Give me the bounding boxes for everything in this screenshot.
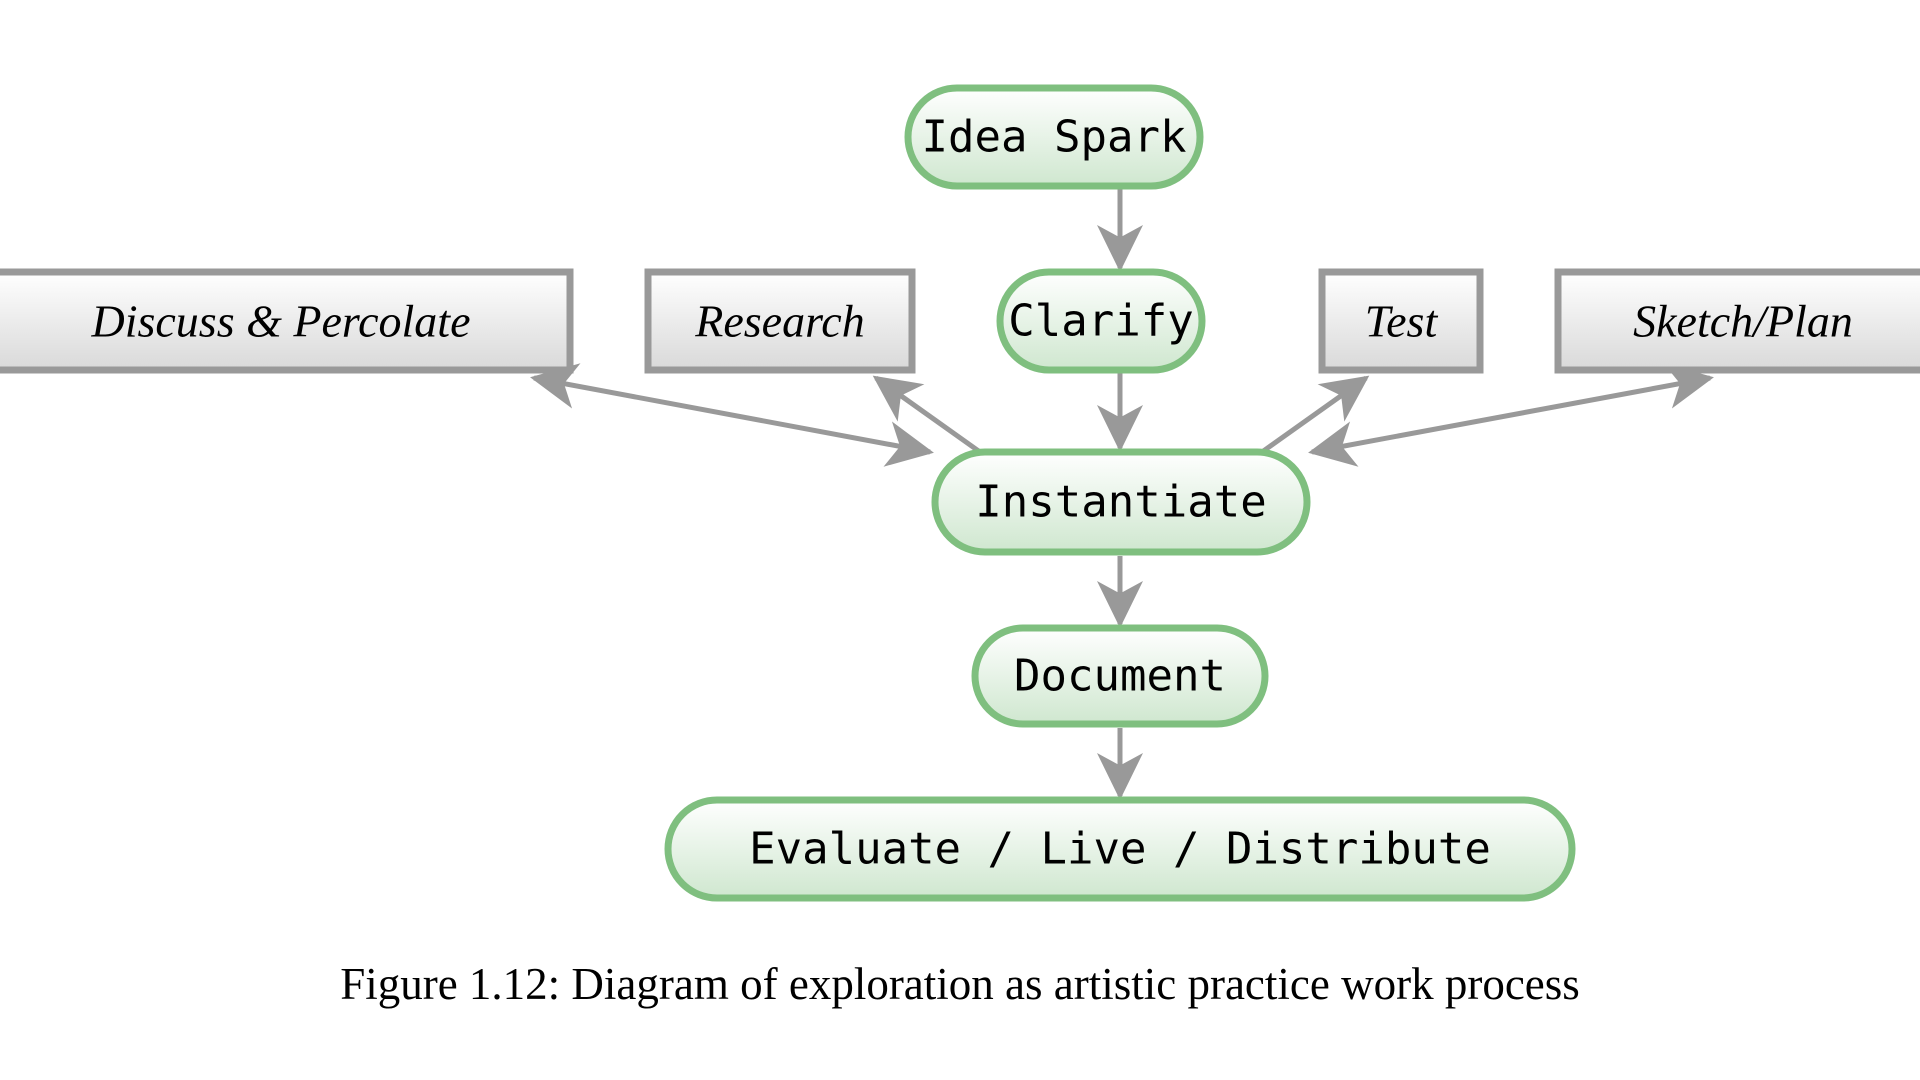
- node-sketch-plan[interactable]: Sketch/Plan: [1554, 268, 1920, 374]
- node-clarify[interactable]: Clarify: [996, 268, 1206, 374]
- node-label-clarify: Clarify: [1008, 296, 1193, 347]
- node-discuss-percolate[interactable]: Discuss & Percolate: [0, 268, 574, 374]
- workflow-diagram: Idea Spark Clarify Discuss & Percolate Rese…: [0, 84, 1920, 902]
- node-label-sketch-plan: Sketch/Plan: [1633, 296, 1853, 347]
- node-label-evaluate-live-distribute: Evaluate / Live / Distribute: [749, 824, 1491, 875]
- node-label-instantiate: Instantiate: [975, 477, 1266, 528]
- edge-instantiate-to-sketch: [1308, 363, 1714, 467]
- node-document[interactable]: Document: [971, 624, 1269, 728]
- node-instantiate[interactable]: Instantiate: [931, 448, 1311, 556]
- nodes-layer: Idea Spark Clarify Discuss & Percolate Rese…: [0, 84, 1920, 902]
- node-label-document: Document: [1014, 651, 1226, 702]
- node-evaluate-live-distribute[interactable]: Evaluate / Live / Distribute: [664, 796, 1576, 902]
- node-test[interactable]: Test: [1318, 268, 1484, 374]
- figure-caption: Figure 1.12: Diagram of exploration as a…: [340, 959, 1580, 1009]
- node-idea-spark[interactable]: Idea Spark: [904, 84, 1204, 190]
- edge-instantiate-to-test: [1260, 375, 1370, 455]
- node-label-discuss-percolate: Discuss & Percolate: [90, 296, 470, 347]
- edge-instantiate-to-research: [872, 375, 982, 455]
- node-label-research: Research: [694, 296, 864, 347]
- node-research[interactable]: Research: [644, 268, 916, 374]
- node-label-test: Test: [1365, 296, 1439, 347]
- node-label-idea-spark: Idea Spark: [922, 112, 1187, 163]
- figure-container: Idea Spark Clarify Discuss & Percolate Rese…: [0, 0, 1920, 1080]
- edge-instantiate-to-discuss: [530, 363, 934, 467]
